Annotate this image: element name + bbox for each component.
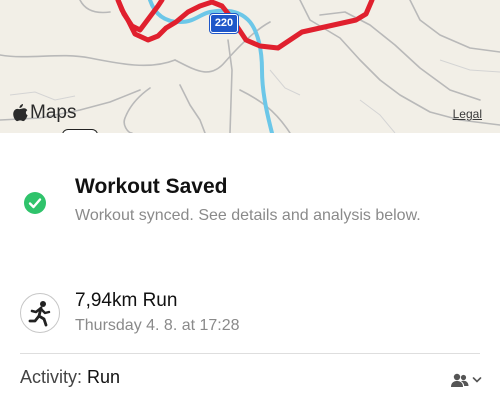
workout-saved-subtitle: Workout synced. See details and analysis… — [75, 207, 421, 224]
activity-label: Activity: — [20, 367, 83, 387]
activity-value: Run — [87, 367, 121, 387]
chevron-down-icon — [472, 377, 482, 383]
run-date: Thursday 4. 8. at 17:28 — [75, 317, 240, 334]
people-dropdown[interactable] — [450, 371, 484, 389]
checkmark-icon — [24, 192, 46, 214]
activity-row[interactable]: Activity: Run — [20, 367, 120, 388]
route-shield: 220 — [210, 14, 238, 33]
apple-icon — [13, 103, 28, 121]
maps-brand-text: Maps — [30, 102, 77, 123]
people-icon — [451, 373, 469, 387]
workout-panel: Workout Saved Workout synced. See detail… — [0, 133, 500, 414]
runner-icon — [20, 293, 60, 333]
workout-saved-title: Workout Saved — [75, 175, 228, 198]
divider — [20, 353, 480, 354]
run-title[interactable]: 7,94km Run — [75, 290, 177, 312]
legal-link[interactable]: Legal — [453, 107, 482, 121]
map-view[interactable]: 220 Maps Legal — [0, 0, 500, 133]
maps-logo: Maps — [12, 102, 76, 124]
